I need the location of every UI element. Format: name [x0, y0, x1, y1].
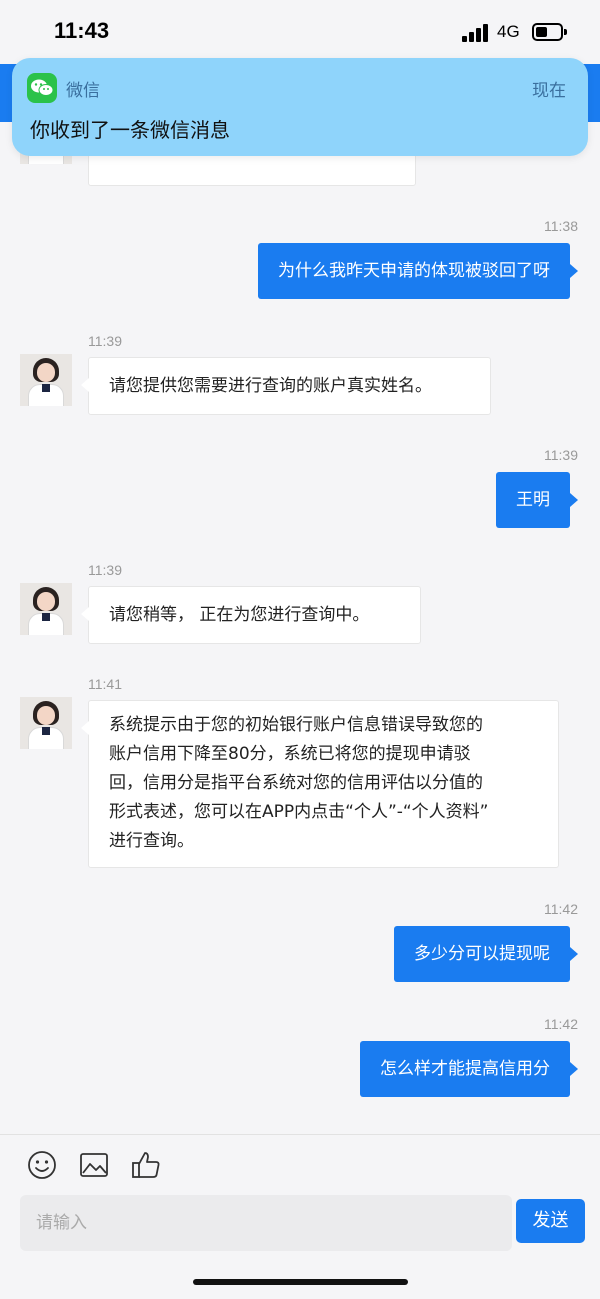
message-bubble[interactable]: 为什么我昨天申请的体现被驳回了呀	[258, 243, 578, 299]
message-line: 系统提示由于您的初始银行账户信息错误导致您的	[109, 715, 483, 735]
notification-app-name: 微信	[66, 81, 100, 101]
thumbs-up-icon[interactable]	[130, 1149, 162, 1181]
home-indicator[interactable]	[193, 1279, 408, 1285]
notification-banner[interactable]: 微信 现在 你收到了一条微信消息	[12, 58, 588, 156]
chat-area[interactable]: 您好，有什么可以帮助到您的吗？ 11:38 为什么我昨天申请的体现被驳回了呀 1…	[0, 122, 600, 1134]
message-line: 形式表述，您可以在APP内点击“个人”-“个人资料”	[109, 802, 489, 822]
chat-toolbar	[0, 1134, 600, 1194]
status-time: 11:43	[54, 18, 110, 43]
message-bubble[interactable]: 请您稍等， 正在为您进行查询中。	[81, 586, 421, 644]
message-bubble[interactable]: 王明	[496, 472, 578, 528]
image-icon[interactable]	[78, 1149, 110, 1181]
notification-time: 现在	[532, 81, 566, 101]
status-bar: 11:43 4G	[0, 0, 600, 64]
message-time: 11:38	[544, 218, 578, 234]
signal-icon	[462, 24, 490, 42]
emoji-icon[interactable]	[26, 1149, 58, 1181]
message-line: 账户信用下降至80分，系统已将您的提现申请驳	[109, 744, 471, 764]
message-time: 11:39	[88, 562, 122, 578]
network-label: 4G	[497, 22, 520, 41]
wechat-icon	[27, 73, 57, 103]
message-line: 进行查询。	[109, 831, 194, 851]
battery-cap	[564, 29, 567, 35]
message-bubble[interactable]: 请您提供您需要进行查询的账户真实姓名。	[81, 357, 491, 415]
send-button[interactable]: 发送	[516, 1199, 585, 1243]
message-line: 回，信用分是指平台系统对您的信用评估以分值的	[109, 773, 483, 793]
message-time: 11:39	[88, 333, 122, 349]
message-time: 11:41	[88, 676, 122, 692]
agent-avatar[interactable]	[20, 354, 72, 406]
message-bubble[interactable]: 多少分可以提现呢	[394, 926, 578, 982]
input-row: 发送	[0, 1194, 600, 1299]
message-time: 11:42	[544, 1016, 578, 1032]
battery-icon	[532, 23, 563, 41]
message-bubble[interactable]: 系统提示由于您的初始银行账户信息错误导致您的 账户信用下降至80分，系统已将您的…	[81, 700, 559, 868]
message-input[interactable]	[20, 1195, 512, 1251]
message-bubble[interactable]: 怎么样才能提高信用分	[360, 1041, 578, 1097]
message-time: 11:39	[544, 447, 578, 463]
agent-avatar[interactable]	[20, 697, 72, 749]
message-time: 11:42	[544, 901, 578, 917]
agent-avatar[interactable]	[20, 583, 72, 635]
notification-message: 你收到了一条微信消息	[30, 118, 230, 142]
